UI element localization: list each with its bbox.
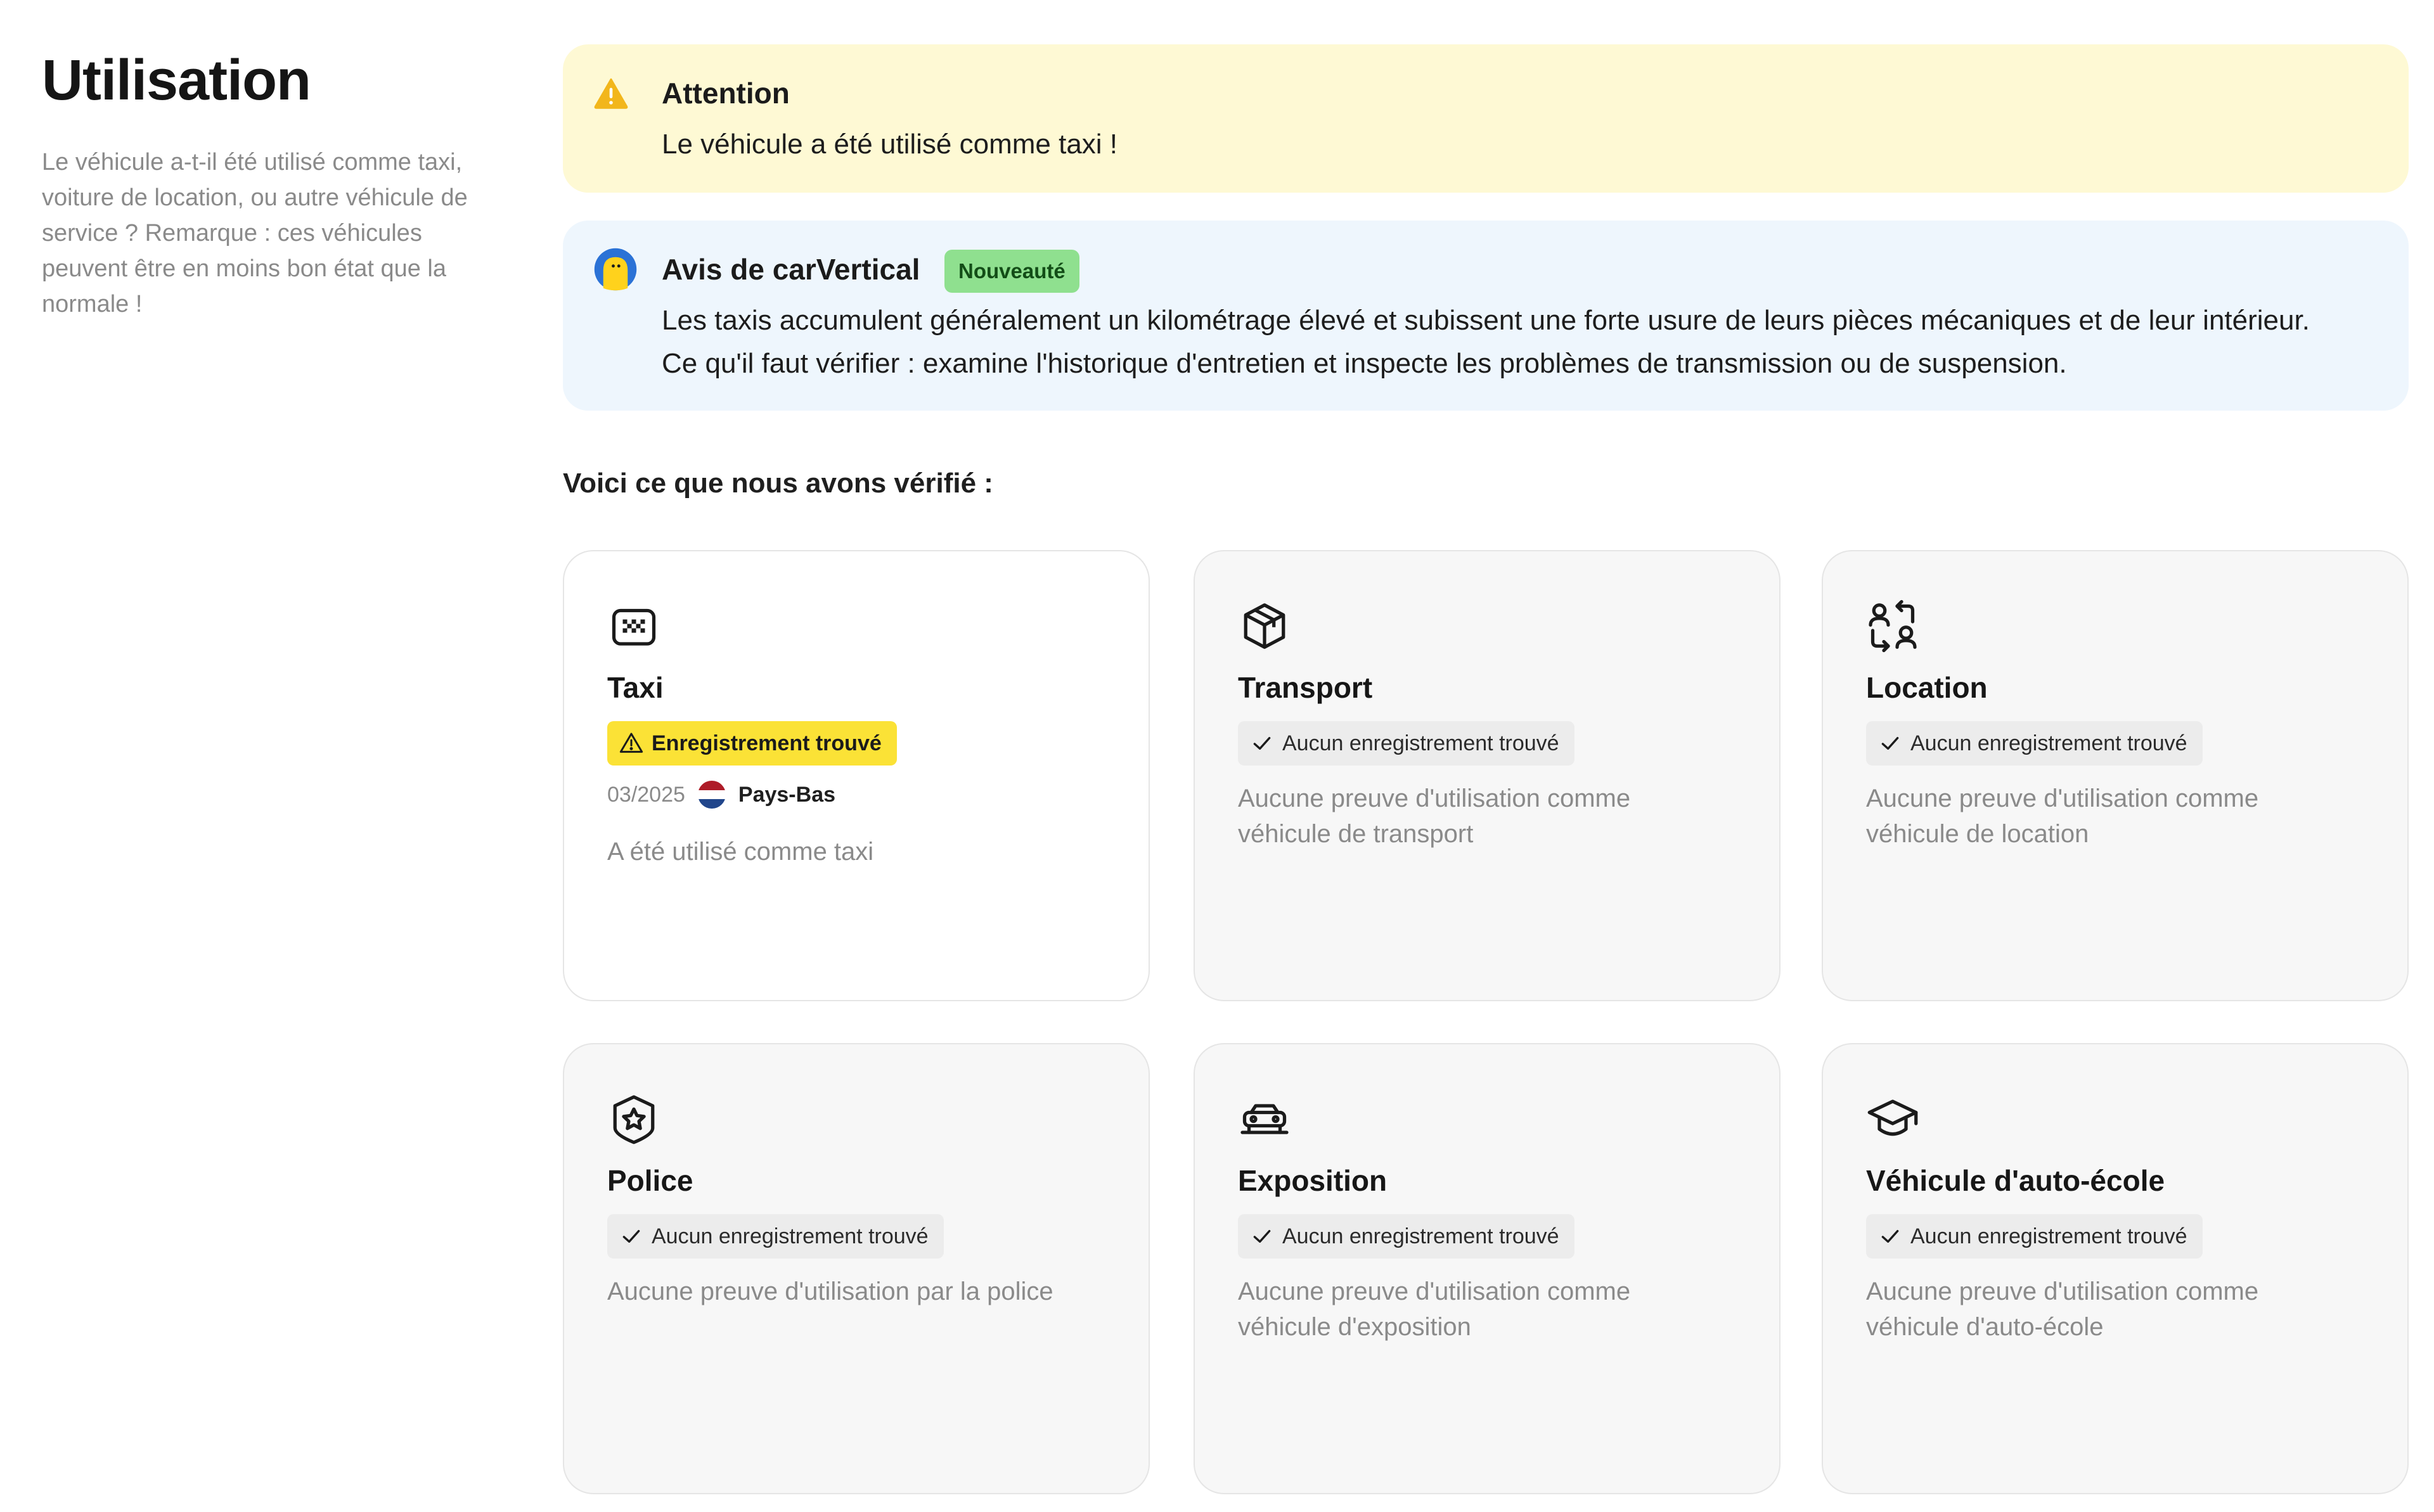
card-title: Location: [1866, 671, 1988, 704]
check-icon: [1249, 731, 1275, 756]
card-description: A été utilisé comme taxi: [607, 838, 874, 866]
warning-outline-icon: [619, 731, 644, 756]
carvertical-logo-icon: [593, 247, 638, 295]
taxi-sign-icon: [607, 599, 660, 653]
card-description: Aucune preuve d'utilisation comme véhicu…: [1866, 785, 2259, 848]
status-badge: Aucun enregistrement trouvé: [607, 1214, 944, 1259]
package-box-icon: [1238, 599, 1291, 653]
info-alert-text: Les taxis accumulent généralement un kil…: [662, 305, 2310, 379]
check-icon: [1877, 1224, 1903, 1249]
status-badge: Enregistrement trouvé: [607, 721, 897, 766]
warning-alert-title: Attention: [662, 77, 790, 110]
card-title: Exposition: [1238, 1164, 1388, 1197]
check-icon: [1877, 731, 1903, 756]
status-text: Aucun enregistrement trouvé: [1282, 731, 1559, 755]
new-badge: Nouveauté: [944, 250, 1079, 293]
status-text: Aucun enregistrement trouvé: [1910, 731, 2187, 755]
card-description: Aucune preuve d'utilisation comme véhicu…: [1866, 1278, 2259, 1341]
card-exposition[interactable]: Exposition Aucun enregistrement trouvé A…: [1194, 1043, 1780, 1494]
card-description: Aucune preuve d'utilisation comme véhicu…: [1238, 1278, 1631, 1341]
card-title: Véhicule d'auto-école: [1866, 1164, 2165, 1197]
status-text: Aucun enregistrement trouvé: [1910, 1224, 2187, 1248]
warning-triangle-icon: [593, 76, 629, 115]
info-alert: Avis de carVertical Nouveauté Les taxis …: [563, 221, 2409, 411]
status-badge: Aucun enregistrement trouvé: [1866, 1214, 2203, 1259]
netherlands-flag-icon: [697, 781, 726, 809]
record-date: 03/2025: [607, 782, 685, 807]
card-title: Taxi: [607, 671, 664, 704]
status-text: Aucun enregistrement trouvé: [1282, 1224, 1559, 1248]
info-alert-title: Avis de carVertical: [662, 253, 920, 286]
page-title: Utilisation: [42, 49, 311, 112]
check-icon: [1249, 1224, 1275, 1249]
card-driving-school[interactable]: Véhicule d'auto-école Aucun enregistreme…: [1822, 1043, 2409, 1494]
warning-alert-text: Le véhicule a été utilisé comme taxi !: [662, 129, 1118, 160]
car-display-icon: [1238, 1092, 1291, 1146]
card-title: Police: [607, 1164, 693, 1197]
warning-alert: Attention Le véhicule a été utilisé comm…: [563, 44, 2409, 193]
card-transport[interactable]: Transport Aucun enregistrement trouvé Au…: [1194, 550, 1780, 1001]
card-police[interactable]: Police Aucun enregistrement trouvé Aucun…: [563, 1043, 1150, 1494]
status-text: Aucun enregistrement trouvé: [652, 1224, 929, 1248]
card-title: Transport: [1238, 671, 1373, 704]
status-text: Enregistrement trouvé: [652, 731, 882, 755]
status-badge: Aucun enregistrement trouvé: [1238, 721, 1574, 766]
user-swap-icon: [1866, 599, 1919, 653]
check-icon: [619, 1224, 644, 1249]
status-badge: Aucun enregistrement trouvé: [1866, 721, 2203, 766]
section-intro: Utilisation Le véhicule a-t-il été utili…: [42, 46, 498, 322]
police-shield-icon: [607, 1092, 660, 1146]
card-description: Aucune preuve d'utilisation comme véhicu…: [1238, 785, 1631, 848]
status-badge: Aucun enregistrement trouvé: [1238, 1214, 1574, 1259]
section-description: Le véhicule a-t-il été utilisé comme tax…: [42, 149, 468, 317]
checks-heading: Voici ce que nous avons vérifié :: [563, 468, 993, 499]
record-country: Pays-Bas: [738, 782, 836, 807]
record-meta: 03/2025 Pays-Bas: [607, 781, 835, 809]
card-taxi[interactable]: Taxi Enregistrement trouvé 03/2025 Pays-…: [563, 550, 1150, 1001]
card-location[interactable]: Location Aucun enregistrement trouvé Auc…: [1822, 550, 2409, 1001]
graduation-cap-icon: [1866, 1092, 1919, 1146]
card-description: Aucune preuve d'utilisation par la polic…: [607, 1278, 1053, 1305]
